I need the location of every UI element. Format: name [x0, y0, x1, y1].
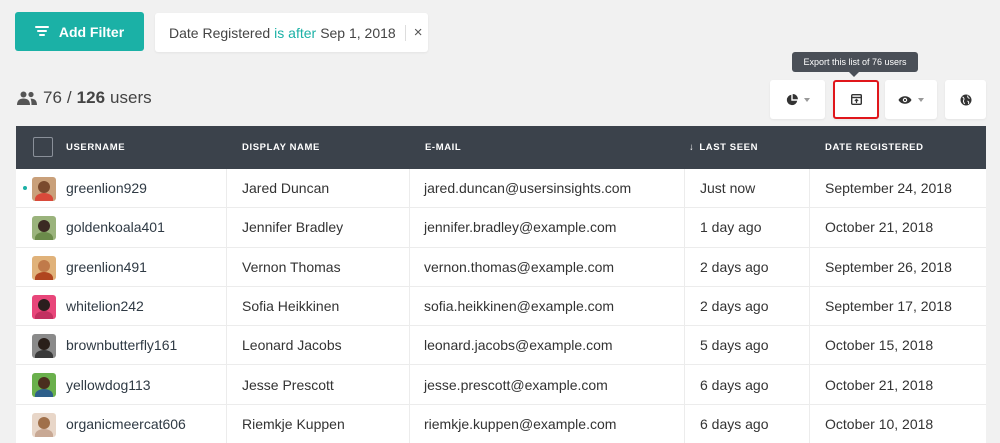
count-separator: / [66, 88, 72, 107]
chevron-down-icon [803, 97, 810, 102]
username-cell[interactable]: greenlion491 [66, 248, 147, 286]
add-filter-button[interactable]: Add Filter [15, 12, 144, 51]
email-cell: jared.duncan@usersinsights.com [424, 180, 632, 197]
users-count: 76 / 126 users [17, 88, 152, 108]
table-body: greenlion929 Jared Duncan jared.duncan@use… [16, 169, 986, 443]
last-seen-cell: 1 day ago [700, 219, 762, 236]
table-row[interactable]: organicmeercat606 Riemkje Kuppen riemkje.k… [16, 404, 986, 443]
column-header-username[interactable]: USERNAME [66, 126, 125, 169]
filter-icon [34, 26, 49, 37]
username-cell[interactable]: goldenkoala401 [66, 208, 165, 246]
export-icon [850, 94, 862, 105]
email-cell: leonard.jacobs@example.com [424, 337, 613, 354]
column-header-last-seen[interactable]: ↓ LAST SEEN [689, 126, 758, 169]
last-seen-cell: 6 days ago [700, 376, 769, 393]
username-cell[interactable]: brownbutterfly161 [66, 326, 177, 364]
date-registered-cell: October 21, 2018 [825, 376, 934, 393]
remove-filter-button[interactable]: × [414, 24, 423, 41]
username-cell[interactable]: yellowdog113 [66, 365, 151, 403]
date-registered-cell: September 26, 2018 [825, 258, 952, 275]
avatar [32, 216, 56, 241]
avatar [32, 255, 56, 280]
map-view-button[interactable] [945, 80, 986, 119]
table-row[interactable]: whitelion242 Sofia Heikkinen sofia.heikkin… [16, 286, 986, 327]
date-registered-cell: October 15, 2018 [825, 337, 934, 354]
display-name-cell: Sofia Heikkinen [242, 298, 340, 315]
add-filter-label: Add Filter [58, 23, 125, 40]
columns-visibility-button[interactable] [885, 80, 937, 119]
total-count: 126 [76, 88, 106, 107]
eye-icon [898, 95, 912, 104]
last-seen-cell: Just now [700, 180, 756, 197]
table-row[interactable]: yellowdog113 Jesse Prescott jesse.prescott… [16, 365, 986, 405]
segments-button[interactable] [770, 80, 825, 119]
filter-operator: is after [274, 24, 317, 41]
email-cell: jennifer.bradley@example.com [424, 219, 617, 236]
filter-divider [404, 24, 406, 41]
column-header-date-registered[interactable]: DATE REGISTERED [825, 126, 924, 169]
table-row[interactable]: goldenkoala401 Jennifer Bradley jennifer.b… [16, 208, 986, 248]
count-suffix: users [110, 88, 152, 107]
display-name-cell: Jared Duncan [242, 180, 330, 197]
table-row[interactable]: greenlion491 Vernon Thomas vernon.thomas@e… [16, 247, 986, 287]
avatar [32, 412, 56, 437]
pie-chart-icon [786, 93, 798, 105]
select-all-checkbox[interactable] [33, 137, 53, 157]
users-icon [17, 91, 37, 105]
email-cell: vernon.thomas@example.com [424, 258, 615, 275]
display-name-cell: Vernon Thomas [242, 258, 341, 275]
last-seen-cell: 6 days ago [700, 415, 769, 432]
avatar [32, 334, 56, 359]
date-registered-cell: October 10, 2018 [825, 415, 934, 432]
table-header: USERNAME DISPLAY NAME E-MAIL ↓ LAST SEEN… [16, 126, 986, 169]
avatar [32, 373, 56, 398]
display-name-cell: Jesse Prescott [242, 376, 334, 393]
display-name-cell: Riemkje Kuppen [242, 415, 345, 432]
email-cell: sofia.heikkinen@example.com [424, 298, 615, 315]
last-seen-label: LAST SEEN [699, 142, 759, 153]
username-cell[interactable]: organicmeercat606 [66, 405, 186, 443]
date-registered-cell: September 17, 2018 [825, 298, 952, 315]
table-row[interactable]: greenlion929 Jared Duncan jared.duncan@use… [16, 169, 986, 209]
chevron-down-icon [918, 97, 924, 102]
last-seen-cell: 5 days ago [700, 337, 769, 354]
last-seen-cell: 2 days ago [700, 298, 769, 315]
date-registered-cell: October 21, 2018 [825, 219, 934, 236]
display-name-cell: Jennifer Bradley [242, 219, 344, 236]
username-cell[interactable]: whitelion242 [66, 287, 144, 325]
users-table: USERNAME DISPLAY NAME E-MAIL ↓ LAST SEEN… [16, 126, 986, 443]
column-header-display-name[interactable]: DISPLAY NAME [242, 126, 320, 169]
username-cell[interactable]: greenlion929 [66, 169, 147, 207]
avatar [32, 294, 56, 319]
date-registered-cell: September 24, 2018 [825, 180, 952, 197]
online-indicator [23, 186, 27, 190]
export-tooltip: Export this list of 76 users [792, 52, 918, 77]
filter-field: Date Registered [169, 24, 271, 41]
globe-icon [960, 94, 971, 105]
active-filter-chip[interactable]: Date Registered is after Sep 1, 2018 × [155, 13, 428, 52]
filter-value: Sep 1, 2018 [320, 24, 396, 41]
filtered-count: 76 [43, 88, 62, 107]
avatar [32, 177, 56, 201]
export-button[interactable] [833, 80, 879, 119]
column-header-email[interactable]: E-MAIL [425, 126, 461, 169]
last-seen-cell: 2 days ago [700, 258, 769, 275]
table-row[interactable]: brownbutterfly161 Leonard Jacobs leonard.j… [16, 326, 986, 366]
email-cell: jesse.prescott@example.com [424, 376, 608, 393]
sort-desc-icon: ↓ [689, 142, 695, 153]
display-name-cell: Leonard Jacobs [242, 337, 342, 354]
email-cell: riemkje.kuppen@example.com [424, 415, 617, 432]
